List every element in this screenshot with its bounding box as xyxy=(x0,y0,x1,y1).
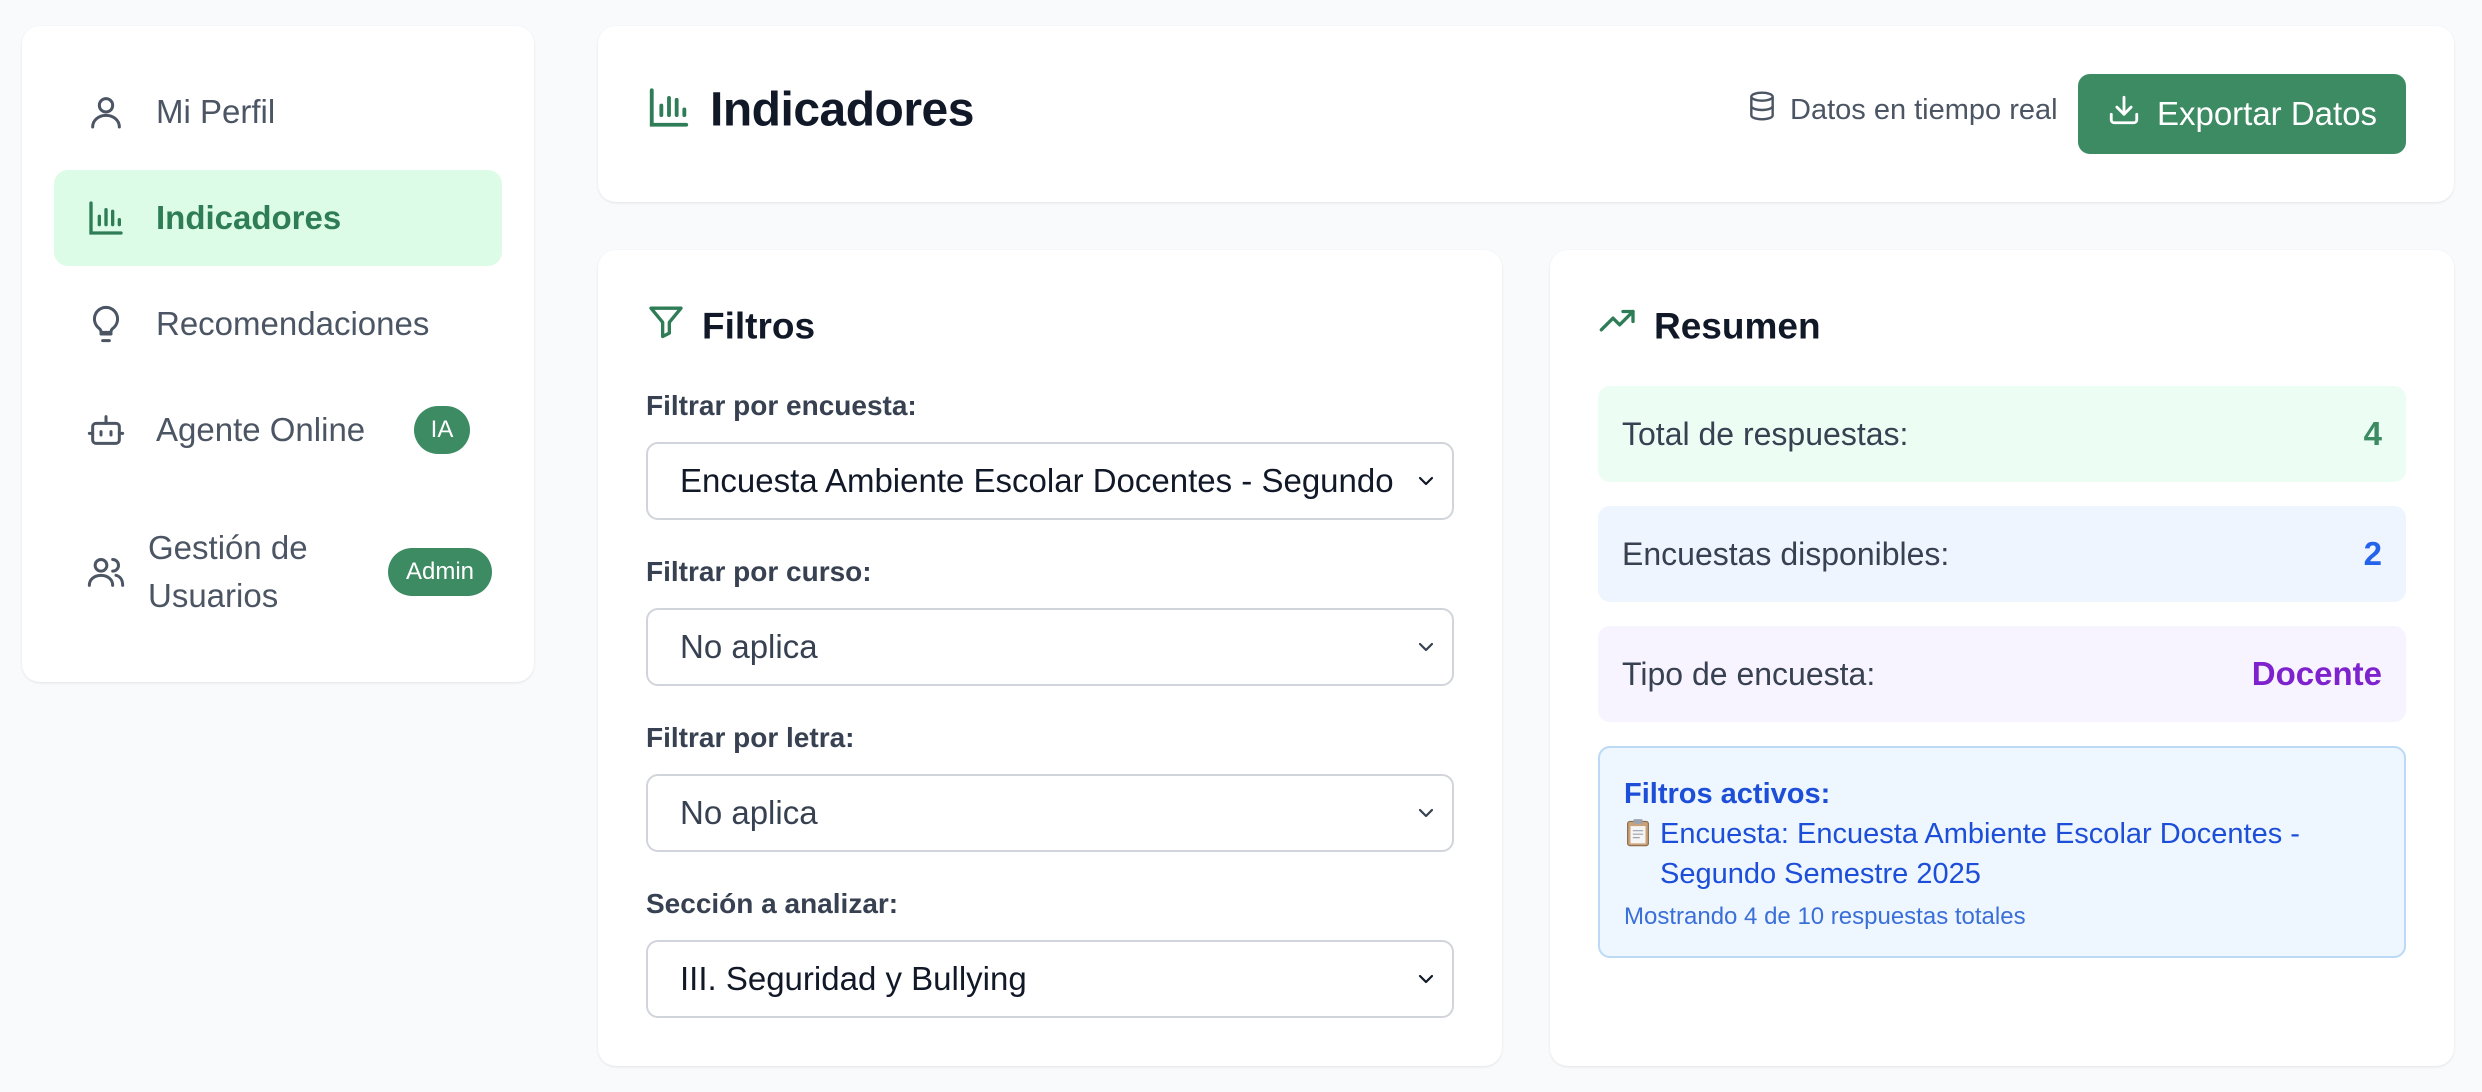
chevron-down-icon xyxy=(1418,642,1434,652)
export-data-button[interactable]: Exportar Datos xyxy=(2078,74,2406,154)
realtime-label: Datos en tiempo real xyxy=(1790,93,2058,126)
realtime-indicator: Datos en tiempo real xyxy=(1746,90,2058,130)
sidebar-item-label: Gestión de Usuarios xyxy=(148,529,308,614)
sidebar-item-recomendaciones[interactable]: Recomendaciones xyxy=(54,276,502,372)
filters-panel: Filtros Filtrar por encuesta: Encuesta A… xyxy=(598,250,1502,1066)
trending-up-icon xyxy=(1598,302,1654,351)
section-select-value: III. Seguridad y Bullying xyxy=(680,960,1027,997)
filter-icon xyxy=(646,302,702,351)
sidebar: Mi Perfil Indicadores Recomendaciones Ag… xyxy=(22,26,534,682)
survey-select-value: Encuesta Ambiente Escolar Docentes - Seg… xyxy=(680,462,1396,499)
page-title-group: Indicadores xyxy=(646,83,974,138)
course-select[interactable]: No aplica xyxy=(646,608,1454,686)
lightbulb-icon xyxy=(86,304,126,344)
user-icon xyxy=(86,92,126,132)
survey-type-label: Tipo de encuesta: xyxy=(1622,655,1876,692)
survey-type-value: Docente xyxy=(2251,655,2382,692)
section-select[interactable]: III. Seguridad y Bullying xyxy=(646,940,1454,1018)
survey-type-stat: Tipo de encuesta: Docente xyxy=(1598,626,2406,722)
admin-badge: Admin xyxy=(388,548,492,596)
active-filters-box: Filtros activos: Encuesta: Encuesta Ambi… xyxy=(1598,746,2406,958)
bar-chart-icon xyxy=(86,198,126,238)
sidebar-item-label: Indicadores xyxy=(156,199,342,236)
sidebar-item-agente-online[interactable]: Agente Online IA xyxy=(54,382,502,478)
total-responses-value: 4 xyxy=(2363,415,2382,452)
section-filter-label: Sección a analizar: xyxy=(646,888,899,919)
ia-badge: IA xyxy=(414,406,470,454)
responses-shown-note: Mostrando 4 de 10 respuestas totales xyxy=(1624,903,2026,930)
summary-title: Resumen xyxy=(1654,305,1821,346)
survey-select[interactable]: Encuesta Ambiente Escolar Docentes - Seg… xyxy=(646,442,1454,520)
course-filter-label: Filtrar por curso: xyxy=(646,556,872,587)
bar-chart-icon xyxy=(646,85,710,136)
filters-title: Filtros xyxy=(702,305,816,346)
export-label: Exportar Datos xyxy=(2156,95,2378,132)
users-icon xyxy=(86,552,126,592)
chevron-down-icon xyxy=(1418,974,1434,984)
letter-select-value: No aplica xyxy=(680,794,818,831)
download-icon xyxy=(2107,93,2157,135)
sidebar-item-label: Mi Perfil xyxy=(156,93,276,130)
filters-title-group: Filtros xyxy=(646,302,815,351)
page-header: Indicadores Datos en tiempo real Exporta… xyxy=(598,26,2454,202)
course-select-value: No aplica xyxy=(680,628,818,665)
clipboard-icon xyxy=(1624,818,1652,848)
database-icon xyxy=(1746,90,1790,130)
active-filter-text: Encuesta: Encuesta Ambiente Escolar Doce… xyxy=(1660,818,2300,890)
chevron-down-icon xyxy=(1418,808,1434,818)
survey-filter-label: Filtrar por encuesta: xyxy=(646,390,917,421)
total-responses-stat: Total de respuestas: 4 xyxy=(1598,386,2406,482)
sidebar-item-label: Recomendaciones xyxy=(156,305,430,342)
sidebar-item-indicadores[interactable]: Indicadores xyxy=(54,170,502,266)
available-surveys-stat: Encuestas disponibles: 2 xyxy=(1598,506,2406,602)
summary-panel: Resumen Total de respuestas: 4 Encuestas… xyxy=(1550,250,2454,1066)
chevron-down-icon xyxy=(1418,476,1434,486)
letter-filter-label: Filtrar por letra: xyxy=(646,722,855,753)
total-responses-label: Total de respuestas: xyxy=(1622,415,1909,452)
active-filter-item: Encuesta: Encuesta Ambiente Escolar Doce… xyxy=(1624,814,2380,894)
page-title: Indicadores xyxy=(710,83,974,137)
sidebar-item-gestion-usuarios[interactable]: Gestión de Usuarios Admin xyxy=(54,512,502,632)
letter-select[interactable]: No aplica xyxy=(646,774,1454,852)
summary-title-group: Resumen xyxy=(1598,302,1821,351)
available-surveys-value: 2 xyxy=(2363,535,2382,572)
sidebar-item-mi-perfil[interactable]: Mi Perfil xyxy=(54,64,502,160)
sidebar-item-label: Agente Online xyxy=(156,411,366,448)
available-surveys-label: Encuestas disponibles: xyxy=(1622,535,1950,572)
active-filters-title: Filtros activos: xyxy=(1624,778,1831,810)
bot-icon xyxy=(86,410,126,450)
